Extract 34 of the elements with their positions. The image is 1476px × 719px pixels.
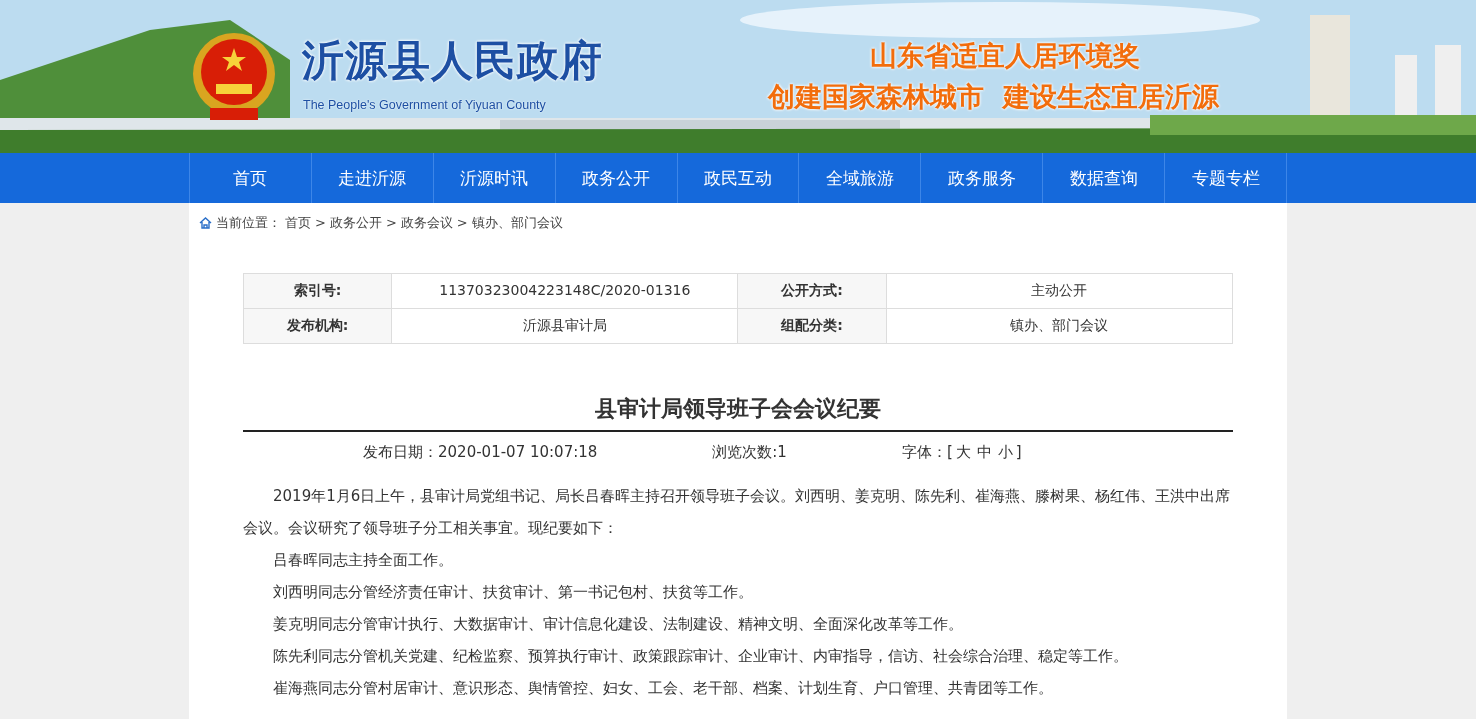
article-paragraph: 崔海燕同志分管村居审计、意识形态、舆情管控、妇女、工会、老干部、档案、计划生育、户口管理、共青团等工作。 [272, 678, 1054, 700]
font-size-label: 字体：[ [901, 441, 953, 463]
breadcrumb-label: 当前位置： [216, 214, 281, 232]
font-size-label: ] [1015, 441, 1022, 463]
site-subtitle: The People's Government of Yiyuan County [303, 97, 546, 114]
article-paragraph: 刘西明同志分管经济责任审计、扶贫审计、第一书记包村、扶贫等工作。 [272, 582, 754, 604]
article-paragraph: 2019年1月6日上午，县审计局党组书记、局长吕春晖主持召开领导班子会议。刘西明、姜克明、陈先利、崔海燕、滕树果、杨红伟、王洪中出席会议。会议研究了领导班子分工相关事宜。现纪要如下： [243, 486, 1232, 540]
field-label: 索引号: [243, 273, 392, 308]
font-size-link[interactable]: 中 [976, 440, 992, 464]
article-paragraph: 姜克明同志分管审计执行、大数据审计、审计信息化建设、法制建设、精神文明、全面深化改革等工作。 [272, 614, 964, 636]
view-count: 浏览次数:1 [712, 441, 787, 463]
breadcrumb-link[interactable]: 政务会议 [400, 213, 453, 233]
breadcrumb-link[interactable]: 首页 [285, 213, 311, 233]
breadcrumb-link[interactable]: 政务公开 [329, 213, 382, 233]
article-title: 县审计局领导班子会会议纪要 [243, 395, 1233, 432]
breadcrumb-link[interactable]: 镇办、部门会议 [471, 213, 563, 233]
field-value: 11370323004223148C/2020-01316 [391, 273, 738, 308]
breadcrumb-separator: > [385, 214, 397, 232]
field-label: 组配分类: [738, 308, 887, 343]
field-label: 发布机构: [243, 308, 392, 343]
field-value: 主动公开 [886, 273, 1233, 308]
article-paragraph: 吕春晖同志主持全面工作。 [272, 550, 454, 572]
font-size-link[interactable]: 小 [997, 440, 1013, 464]
breadcrumb-separator: > [456, 214, 468, 232]
field-value: 沂源县审计局 [391, 308, 738, 343]
field-value: 镇办、部门会议 [886, 308, 1233, 343]
font-size-link[interactable]: 大 [955, 440, 971, 464]
slogan: 创建国家森林城市 建设生态宜居沂源 [768, 83, 1219, 110]
publish-date: 发布日期：2020-01-07 10:07:18 [363, 441, 598, 463]
article-paragraph: 陈先利同志分管机关党建、纪检监察、预算执行审计、政策跟踪审计、企业审计、内审指导，信访、社会综合治理、稳定等工作。 [272, 646, 1129, 668]
breadcrumb-separator: > [315, 214, 326, 232]
site-title: 沂源县人民政府 [302, 40, 603, 82]
slogan: 山东省适宜人居环境奖 [870, 42, 1140, 69]
field-label: 公开方式: [738, 273, 887, 308]
